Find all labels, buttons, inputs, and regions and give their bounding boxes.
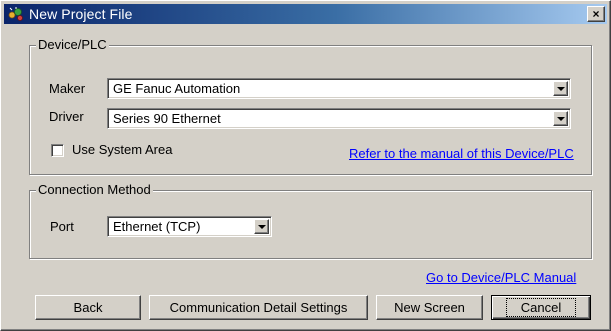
connection-method-group-label: Connection Method: [36, 182, 153, 198]
chevron-down-icon: [257, 224, 266, 229]
driver-dropdown-button[interactable]: [553, 111, 568, 126]
driver-value: Series 90 Ethernet: [113, 111, 221, 126]
port-select[interactable]: Ethernet (TCP): [107, 216, 272, 237]
back-button[interactable]: Back: [35, 295, 141, 320]
driver-select[interactable]: Series 90 Ethernet: [107, 108, 571, 129]
connection-method-group: Connection Method Port Ethernet (TCP): [29, 182, 592, 259]
chevron-down-icon: [556, 116, 565, 121]
maker-select[interactable]: GE Fanuc Automation: [107, 78, 571, 99]
close-icon[interactable]: ×: [587, 6, 605, 22]
go-to-manual-link[interactable]: Go to Device/PLC Manual: [426, 270, 576, 286]
port-label: Port: [50, 219, 74, 234]
new-project-icon: [7, 6, 25, 22]
cancel-button[interactable]: Cancel: [491, 295, 591, 320]
communication-detail-settings-button[interactable]: Communication Detail Settings: [149, 295, 368, 320]
new-screen-button[interactable]: New Screen: [376, 295, 483, 320]
chevron-down-icon: [556, 86, 565, 91]
new-project-dialog: New Project File × Device/PLC Maker GE F…: [0, 0, 611, 331]
maker-label: Maker: [49, 81, 86, 96]
maker-value: GE Fanuc Automation: [113, 81, 241, 96]
device-plc-group-label: Device/PLC: [36, 37, 109, 53]
device-manual-link[interactable]: Refer to the manual of this Device/PLC: [349, 146, 574, 162]
device-plc-group: Device/PLC Maker GE Fanuc Automation Dri…: [29, 37, 592, 175]
window-title: New Project File: [29, 6, 133, 22]
title-bar[interactable]: New Project File ×: [4, 4, 607, 24]
cancel-button-label: Cancel: [505, 298, 577, 317]
port-dropdown-button[interactable]: [254, 219, 269, 234]
maker-dropdown-button[interactable]: [553, 81, 568, 96]
use-system-area-label[interactable]: Use System Area: [72, 142, 172, 158]
port-value: Ethernet (TCP): [113, 219, 201, 234]
driver-label: Driver: [49, 109, 84, 124]
use-system-area-checkbox[interactable]: [51, 144, 64, 157]
